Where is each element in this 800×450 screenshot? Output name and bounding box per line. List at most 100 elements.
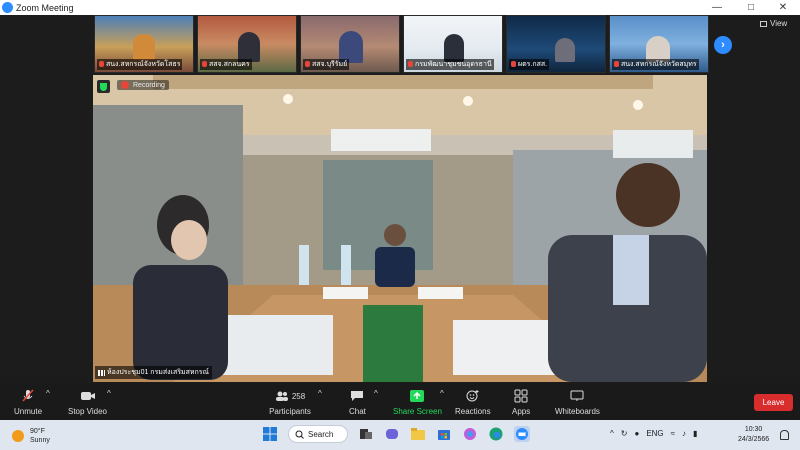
muted-mic-icon bbox=[614, 61, 619, 68]
muted-mic-icon bbox=[408, 61, 413, 68]
audio-options-caret[interactable]: ^ bbox=[46, 389, 50, 398]
person-silhouette bbox=[444, 34, 464, 62]
share-screen-label: Share Screen bbox=[393, 407, 442, 416]
windows-start-icon[interactable] bbox=[262, 426, 278, 442]
taskbar-apps: Search bbox=[262, 425, 530, 443]
participant-count: 258 bbox=[291, 391, 306, 401]
chat-button[interactable]: Chat bbox=[349, 389, 366, 416]
participant-name: สสจ.สกลนคร bbox=[200, 59, 252, 70]
whiteboard-icon bbox=[569, 389, 585, 403]
meeting-toolbar: Unmute ^ Stop Video ^ 258 Participants ^… bbox=[0, 383, 800, 420]
muted-mic-icon bbox=[305, 61, 310, 68]
recording-indicator[interactable]: Recording bbox=[117, 80, 169, 90]
share-screen-icon bbox=[409, 389, 425, 403]
unmute-label: Unmute bbox=[14, 407, 43, 416]
notification-bell-icon[interactable] bbox=[780, 430, 789, 440]
maximize-icon[interactable]: □ bbox=[734, 0, 768, 15]
apps-button[interactable]: Apps bbox=[512, 389, 530, 416]
participant-thumbnail[interactable]: ผตร.กสส. bbox=[506, 15, 606, 73]
onedrive-sync-icon[interactable]: ↻ bbox=[621, 429, 628, 438]
unmute-button[interactable]: Unmute bbox=[14, 389, 42, 416]
view-button-label: View bbox=[770, 19, 788, 28]
copilot-icon[interactable] bbox=[462, 426, 478, 442]
close-icon[interactable]: ✕ bbox=[766, 0, 800, 15]
sun-icon bbox=[12, 430, 24, 442]
stop-video-button[interactable]: Stop Video bbox=[68, 389, 107, 416]
file-explorer-icon[interactable] bbox=[410, 426, 426, 442]
stop-video-label: Stop Video bbox=[68, 407, 107, 416]
edge-browser-icon[interactable] bbox=[488, 426, 504, 442]
view-button[interactable]: View bbox=[760, 19, 787, 28]
audio-level-icon bbox=[98, 369, 105, 376]
search-icon bbox=[295, 430, 304, 439]
smiley-plus-icon bbox=[465, 389, 481, 403]
whiteboards-button[interactable]: Whiteboards bbox=[555, 389, 600, 416]
participant-name: ผตร.กสส. bbox=[509, 59, 550, 70]
chat-bubble-icon bbox=[349, 389, 365, 403]
leave-button[interactable]: Leave bbox=[754, 394, 793, 411]
window-titlebar: Zoom Meeting — □ ✕ bbox=[0, 0, 800, 15]
person-silhouette bbox=[555, 38, 575, 62]
participant-thumbnail[interactable]: กรมพัฒนาชุมชนอุดรธานี bbox=[403, 15, 503, 73]
participant-thumbnail[interactable]: สสจ.สกลนคร bbox=[197, 15, 297, 73]
share-screen-button[interactable]: Share Screen bbox=[393, 389, 442, 416]
search-label: Search bbox=[308, 429, 334, 439]
participant-thumbnail[interactable]: สนง.สหกรณ์จังหวัดสมุทร bbox=[609, 15, 709, 73]
task-view-icon[interactable] bbox=[358, 426, 374, 442]
participant-name: สนง.สหกรณ์จังหวัดโสธร bbox=[97, 59, 183, 70]
chat-options-caret[interactable]: ^ bbox=[374, 389, 378, 398]
battery-icon[interactable]: ▮ bbox=[693, 429, 697, 438]
apps-label: Apps bbox=[512, 407, 531, 416]
chevron-up-icon[interactable]: ^ bbox=[610, 429, 614, 438]
share-options-caret[interactable]: ^ bbox=[440, 389, 444, 398]
microphone-icon[interactable]: ● bbox=[634, 429, 639, 438]
chevron-right-icon: › bbox=[721, 39, 725, 51]
zoom-logo-icon bbox=[2, 2, 13, 13]
weather-widget[interactable]: 90°F Sunny bbox=[12, 427, 50, 445]
zoom-app-icon[interactable] bbox=[514, 426, 530, 442]
participant-name: กรมพัฒนาชุมชนอุดรธานี bbox=[406, 59, 494, 70]
participant-thumbnail[interactable]: สสจ.บุรีรัมย์ bbox=[300, 15, 400, 73]
muted-mic-icon bbox=[202, 61, 207, 68]
language-indicator[interactable]: ENG bbox=[646, 429, 663, 438]
reactions-label: Reactions bbox=[455, 407, 491, 416]
video-camera-icon bbox=[80, 389, 96, 403]
weather-temp: 90°F bbox=[30, 428, 45, 435]
video-options-caret[interactable]: ^ bbox=[107, 389, 111, 398]
speaker-name: ห้องประชุม01 กรมส่งเสริมสหกรณ์ bbox=[107, 369, 210, 376]
taskbar-search[interactable]: Search bbox=[288, 425, 348, 443]
participant-name: สนง.สหกรณ์จังหวัดสมุทร bbox=[612, 59, 699, 70]
windows-taskbar: 90°F Sunny Search ^ ↻ ● ENG ≈ ♪ ▮ 10:30 … bbox=[0, 420, 800, 450]
store-icon[interactable] bbox=[436, 426, 452, 442]
mic-muted-icon bbox=[20, 389, 36, 403]
muted-mic-icon bbox=[511, 61, 516, 68]
wifi-icon[interactable]: ≈ bbox=[671, 429, 675, 438]
person-silhouette bbox=[133, 34, 155, 60]
teams-chat-icon[interactable] bbox=[384, 426, 400, 442]
apps-grid-icon bbox=[513, 389, 529, 403]
meeting-stage: View สนง.สหกรณ์จังหวัดโสธร สสจ.สกลนคร สส… bbox=[0, 15, 800, 383]
chat-label: Chat bbox=[349, 407, 366, 416]
taskbar-clock[interactable]: 10:30 24/3/2566 bbox=[738, 425, 769, 445]
participants-button[interactable]: 258 Participants bbox=[268, 389, 312, 416]
reactions-button[interactable]: Reactions bbox=[455, 389, 491, 416]
participants-label: Participants bbox=[269, 407, 311, 416]
system-tray: ^ ↻ ● ENG ≈ ♪ ▮ bbox=[610, 429, 697, 438]
speaker-volume-icon[interactable]: ♪ bbox=[682, 429, 686, 438]
whiteboards-label: Whiteboards bbox=[555, 407, 600, 416]
encryption-shield-icon[interactable] bbox=[97, 80, 110, 93]
weather-desc: Sunny bbox=[30, 437, 50, 444]
clock-time: 10:30 bbox=[744, 426, 763, 433]
participant-name: สสจ.บุรีรัมย์ bbox=[303, 59, 350, 70]
minimize-icon[interactable]: — bbox=[700, 0, 734, 15]
participants-icon: 258 bbox=[268, 389, 312, 403]
meeting-room-scene bbox=[93, 75, 707, 382]
participants-options-caret[interactable]: ^ bbox=[318, 389, 322, 398]
recording-label: Recording bbox=[133, 81, 165, 89]
window-title: Zoom Meeting bbox=[16, 2, 74, 13]
person-silhouette bbox=[238, 32, 260, 62]
participant-thumbnail[interactable]: สนง.สหกรณ์จังหวัดโสธร bbox=[94, 15, 194, 73]
main-speaker-video: Recording ห้องประชุม01 กรมส่งเสริมสหกรณ์ bbox=[93, 75, 707, 382]
next-page-button[interactable]: › bbox=[714, 36, 732, 54]
participant-thumbnails: สนง.สหกรณ์จังหวัดโสธร สสจ.สกลนคร สสจ.บุร… bbox=[94, 15, 709, 73]
